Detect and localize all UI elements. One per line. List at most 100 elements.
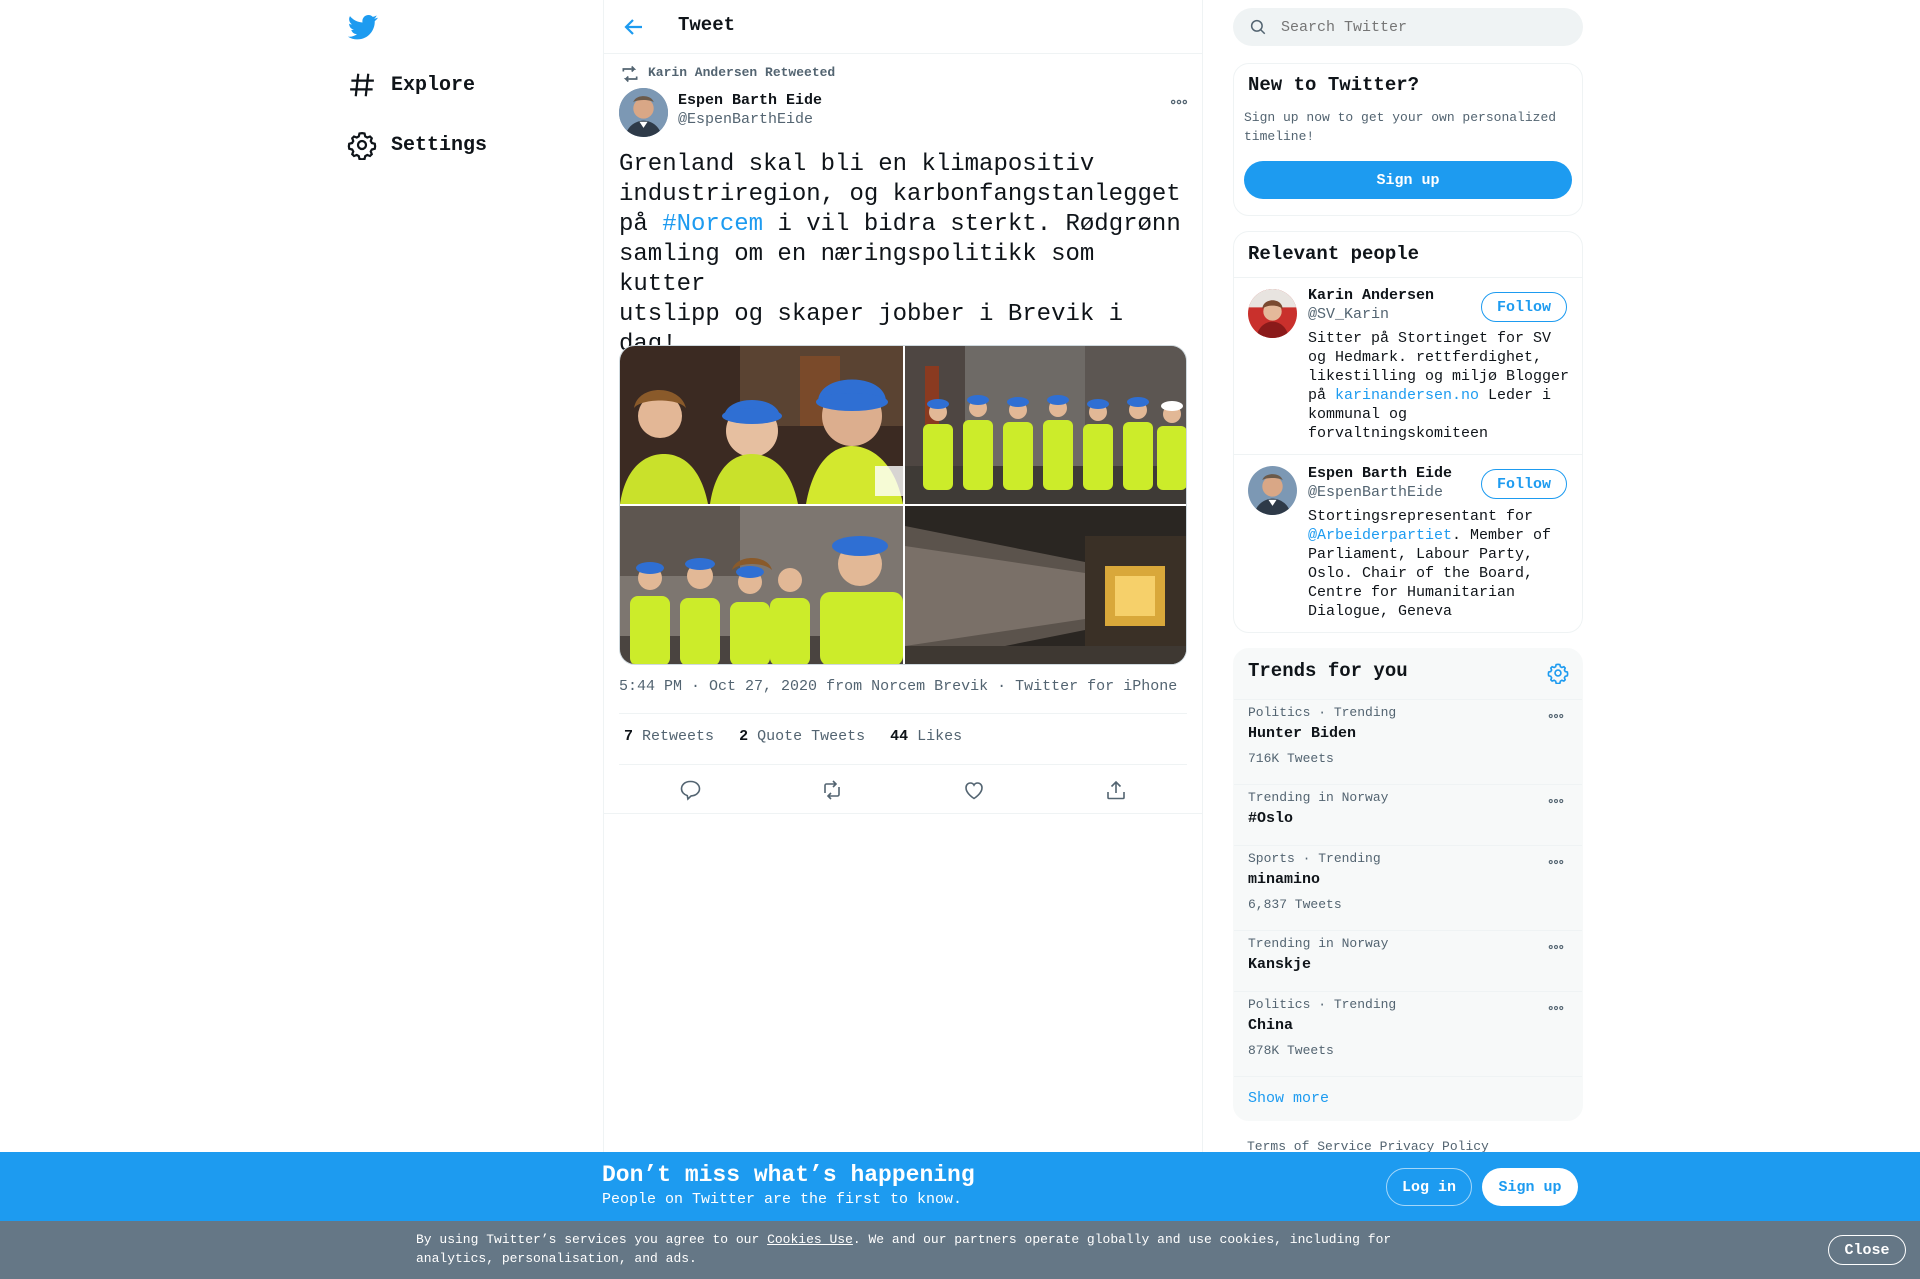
- nav-explore-label: Explore: [391, 73, 476, 97]
- banner-signup-button[interactable]: Sign up: [1482, 1168, 1578, 1206]
- person-handle[interactable]: @SV_Karin: [1308, 306, 1389, 323]
- trends-panel: Trends for you Politics · Trending Hunte…: [1233, 648, 1583, 1121]
- trend-item[interactable]: Politics · Trending Hunter Biden 716K Tw…: [1234, 699, 1582, 784]
- person-avatar[interactable]: [1248, 289, 1297, 338]
- trend-count: 878K Tweets: [1248, 1043, 1334, 1058]
- author-avatar[interactable]: [619, 88, 668, 137]
- person-bio: Stortingsrepresentant for @Arbeiderparti…: [1308, 508, 1552, 620]
- retweet-small-icon: [620, 64, 640, 84]
- person-avatar[interactable]: [1248, 466, 1297, 515]
- more-options-icon[interactable]: [1546, 938, 1566, 956]
- follow-button[interactable]: Follow: [1481, 469, 1567, 499]
- bio-link[interactable]: karinandersen.no: [1335, 387, 1479, 404]
- signup-button[interactable]: Sign up: [1244, 161, 1572, 199]
- trend-count: 6,837 Tweets: [1248, 897, 1342, 912]
- trend-item[interactable]: Politics · Trending China 878K Tweets: [1234, 991, 1582, 1076]
- tweet-text-line: samling om en næringspolitikk som kutter: [619, 241, 1095, 298]
- cookie-banner: By using Twitter’s services you agree to…: [0, 1221, 1920, 1279]
- divider: [1234, 454, 1582, 455]
- tweet-location[interactable]: Norcem Brevik: [871, 678, 988, 695]
- trend-name: #Oslo: [1248, 810, 1294, 827]
- more-options-icon[interactable]: [1168, 92, 1190, 112]
- trend-item[interactable]: Trending in Norway #Oslo: [1234, 784, 1582, 845]
- follow-button[interactable]: Follow: [1481, 292, 1567, 322]
- more-options-icon[interactable]: [1546, 792, 1566, 810]
- center-header: Tweet: [604, 0, 1202, 54]
- tweet-photo-4[interactable]: [905, 506, 1186, 664]
- from-label: from: [826, 678, 863, 695]
- divider: [619, 713, 1187, 714]
- author-handle[interactable]: @EspenBarthEide: [678, 111, 813, 128]
- trends-title: Trends for you: [1248, 660, 1408, 682]
- trend-name: China: [1248, 1017, 1294, 1034]
- gear-icon: [347, 130, 377, 160]
- trend-meta: Politics · Trending: [1248, 997, 1397, 1012]
- relevant-people-title: Relevant people: [1248, 243, 1420, 265]
- banner-title: Don’t miss what’s happening: [602, 1162, 975, 1188]
- hashtag-icon: [347, 70, 377, 100]
- trend-name: Hunter Biden: [1248, 725, 1357, 742]
- retweets-stat[interactable]: 7 Retweets: [624, 728, 714, 745]
- relevant-people-panel: Relevant people Karin Andersen @SV_Karin…: [1233, 231, 1583, 633]
- trend-item[interactable]: Trending in Norway Kanskje: [1234, 930, 1582, 991]
- cookies-use-link[interactable]: Cookies Use: [767, 1232, 853, 1247]
- trend-count: 716K Tweets: [1248, 751, 1334, 766]
- tweet-photo-3[interactable]: [620, 506, 903, 664]
- twitter-logo-icon[interactable]: [348, 12, 378, 42]
- person-bio: Sitter på Stortinget for SV og Hedmark. …: [1308, 330, 1570, 442]
- signup-title: New to Twitter?: [1248, 74, 1420, 96]
- signup-subtitle: Sign up now to get your own personalized…: [1244, 110, 1557, 144]
- tweet-text-line: industriregion, og karbonfangstanlegget: [619, 181, 1181, 208]
- tweet-timestamp[interactable]: 5:44 PM · Oct 27, 2020: [619, 678, 817, 695]
- search-bar[interactable]: [1233, 8, 1583, 46]
- cookie-text: By using Twitter’s services you agree to…: [416, 1232, 1392, 1266]
- person-name[interactable]: Espen Barth Eide: [1308, 465, 1452, 482]
- cookie-close-button[interactable]: Close: [1828, 1235, 1906, 1265]
- page-title: Tweet: [678, 14, 736, 36]
- tweet-column: Tweet Karin Andersen Retweeted Espen Bar…: [603, 0, 1203, 1279]
- search-icon: [1249, 18, 1267, 36]
- login-button[interactable]: Log in: [1386, 1168, 1472, 1206]
- show-more-link[interactable]: Show more: [1248, 1090, 1329, 1107]
- bio-link[interactable]: @Arbeiderpartiet: [1308, 527, 1452, 544]
- person-name[interactable]: Karin Andersen: [1308, 287, 1434, 304]
- signup-panel: New to Twitter? Sign up now to get your …: [1233, 63, 1583, 216]
- show-more-row[interactable]: Show more: [1234, 1076, 1582, 1121]
- trend-item[interactable]: Sports · Trending minamino 6,837 Tweets: [1234, 845, 1582, 930]
- more-options-icon[interactable]: [1546, 853, 1566, 871]
- divider: [604, 813, 1202, 814]
- signup-banner: Don’t miss what’s happening People on Tw…: [0, 1152, 1920, 1221]
- nav-settings[interactable]: Settings: [347, 130, 487, 160]
- divider: [619, 764, 1187, 765]
- more-options-icon[interactable]: [1546, 999, 1566, 1017]
- reply-icon[interactable]: [678, 778, 702, 802]
- divider: [1234, 277, 1582, 278]
- banner-subtitle: People on Twitter are the first to know.: [602, 1191, 963, 1208]
- search-input[interactable]: [1281, 13, 1571, 41]
- media-grid: [619, 345, 1187, 665]
- hashtag-link[interactable]: #Norcem: [662, 211, 763, 238]
- author-name[interactable]: Espen Barth Eide: [678, 92, 822, 109]
- trend-meta: Trending in Norway: [1248, 936, 1389, 951]
- trend-name: Kanskje: [1248, 956, 1312, 973]
- person-handle[interactable]: @EspenBarthEide: [1308, 484, 1443, 501]
- more-options-icon[interactable]: [1546, 707, 1566, 725]
- back-arrow-icon[interactable]: [622, 15, 646, 39]
- tweet-stats: 7 Retweets 2 Quote Tweets 44 Likes: [624, 728, 962, 745]
- tweet-client[interactable]: Twitter for iPhone: [1015, 678, 1177, 695]
- tweet-photo-2[interactable]: [905, 346, 1186, 504]
- quotes-stat[interactable]: 2 Quote Tweets: [739, 728, 865, 745]
- share-icon[interactable]: [1104, 778, 1128, 802]
- like-icon[interactable]: [962, 778, 986, 802]
- trends-settings-icon[interactable]: [1547, 662, 1569, 684]
- meta-separator: ·: [997, 678, 1007, 695]
- likes-stat[interactable]: 44 Likes: [890, 728, 962, 745]
- tweet-meta: 5:44 PM · Oct 27, 2020 from Norcem Brevi…: [619, 678, 1177, 695]
- trend-meta: Trending in Norway: [1248, 790, 1389, 805]
- nav-settings-label: Settings: [391, 133, 488, 157]
- retweet-icon[interactable]: [820, 778, 844, 802]
- nav-explore[interactable]: Explore: [347, 70, 475, 100]
- tweet-photo-1[interactable]: [620, 346, 903, 504]
- retweeted-by-label[interactable]: Karin Andersen Retweeted: [648, 65, 835, 80]
- tweet-text-line: Grenland skal bli en klimapositiv: [619, 151, 1095, 178]
